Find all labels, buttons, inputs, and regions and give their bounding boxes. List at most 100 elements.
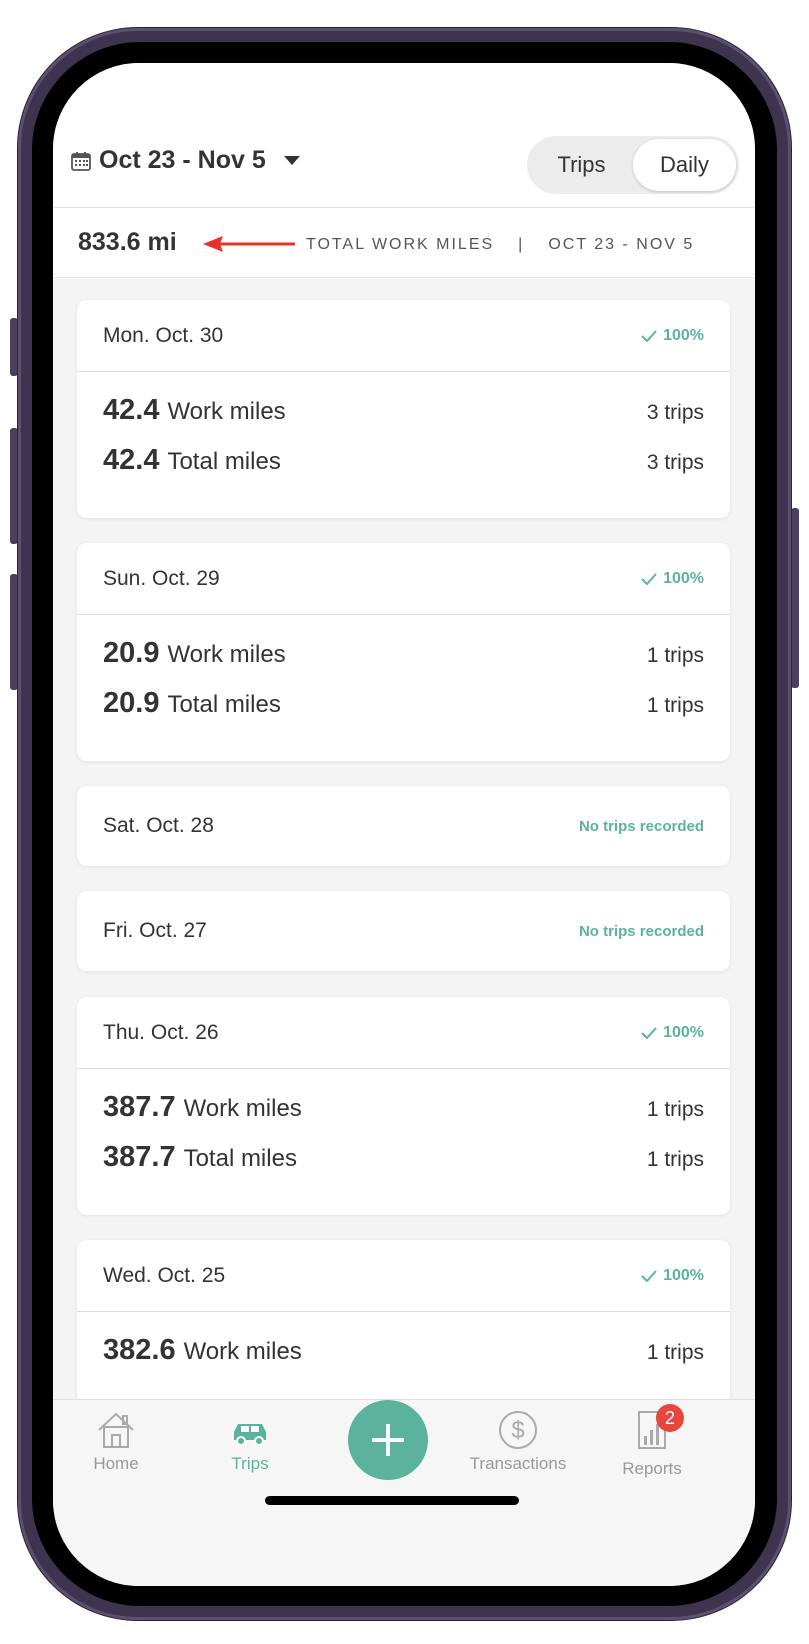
summary-period: OCT 23 - NOV 5 [548,236,695,253]
status-text: 100% [663,326,704,344]
work-trips-count: 1 trips [646,1341,704,1364]
status-badge: 100% [641,1024,704,1042]
summary-caption: TOTAL WORK MILES | OCT 23 - NOV 5 [306,236,694,254]
status-text: 100% [663,1023,704,1041]
work-trips-count: 3 trips [646,401,704,424]
volume-down-button[interactable] [10,574,18,690]
tab-bar: Home Trips $ Transactions 2 Reports [53,1399,755,1586]
calendar-icon [71,151,91,171]
total-miles-row: 20.9 Total miles 1 trips [103,687,704,737]
status-text: 100% [663,569,704,587]
total-miles-row: 387.7 Total miles 1 trips [103,1141,704,1191]
home-indicator [265,1496,519,1505]
work-miles-row: 387.7 Work miles 1 trips [103,1091,704,1141]
check-icon [641,1026,657,1039]
total-miles-row: 42.4 Total miles 3 trips [103,444,704,494]
day-card-body: 382.6 Work miles 1 trips [77,1312,730,1384]
total-miles: 833.6 mi [78,228,177,256]
home-icon [98,1412,134,1448]
check-icon [641,1269,657,1282]
day-card[interactable]: Wed. Oct. 25 100% 382.6 Work miles 1 trip… [77,1240,730,1399]
work-miles-row: 20.9 Work miles 1 trips [103,637,704,687]
work-trips-count: 1 trips [646,1098,704,1121]
total-trips-count: 1 trips [646,1148,704,1171]
status-text: No trips recorded [578,922,704,940]
daily-list[interactable]: Mon. Oct. 30 100% 42.4 Work miles 3 trips… [53,279,755,1399]
status-text: No trips recorded [578,817,704,835]
add-trip-button[interactable] [348,1400,428,1480]
day-card[interactable]: Fri. Oct. 27 No trips recorded [77,891,730,971]
day-card-header: Sat. Oct. 28 No trips recorded [77,786,730,866]
chevron-down-icon [283,156,300,165]
summary-bar: 833.6 mi TOTAL WORK MILES | OCT 23 - NOV… [53,208,755,278]
date-range-label: Oct 23 - Nov 5 [99,146,266,174]
notification-badge: 2 [656,1404,684,1432]
tab-trips[interactable]: Trips [190,1410,310,1474]
reports-icon-wrap: 2 [632,1404,684,1455]
date-range-picker[interactable]: Oct 23 - Nov 5 [71,146,300,175]
dollar-icon: $ [499,1411,537,1449]
status-text: 100% [663,1266,704,1284]
check-icon [641,329,657,342]
day-card-body: 387.7 Work miles 1 trips 387.7 Total miles… [77,1069,730,1191]
header: Oct 23 - Nov 5 Trips Daily [53,63,755,208]
total-miles-value: 387.7 [103,1141,176,1173]
day-label: Fri. Oct. 27 [103,919,207,942]
segment-trips[interactable]: Trips [530,139,633,191]
work-miles-row: 382.6 Work miles 1 trips [103,1334,704,1384]
day-label: Sun. Oct. 29 [103,566,220,590]
day-card[interactable]: Sun. Oct. 29 100% 20.9 Work miles 1 trips… [77,543,730,761]
day-card-header: Fri. Oct. 27 No trips recorded [77,891,730,971]
power-button[interactable] [791,508,799,688]
tab-reports[interactable]: 2 Reports [592,1404,712,1479]
day-card[interactable]: Thu. Oct. 26 100% 387.7 Work miles 1 trip… [77,997,730,1215]
day-label: Mon. Oct. 30 [103,323,224,347]
day-card-header: Mon. Oct. 30 100% [77,300,730,372]
summary-separator: | [518,236,525,253]
action-button[interactable] [10,318,18,376]
work-miles-row: 42.4 Work miles 3 trips [103,394,704,444]
total-miles-value: 20.9 [103,687,160,719]
work-miles-label: Work miles [183,1095,302,1122]
work-trips-count: 1 trips [646,644,704,667]
tab-reports-label: Reports [622,1459,682,1478]
tab-transactions-label: Transactions [469,1454,567,1473]
view-toggle: Trips Daily [527,136,739,194]
plus-icon [372,1424,404,1456]
tab-trips-label: Trips [231,1454,269,1473]
work-miles-label: Work miles [183,1338,302,1365]
day-label: Thu. Oct. 26 [103,1020,219,1044]
work-miles-value: 382.6 [103,1334,176,1366]
summary-caption-label: TOTAL WORK MILES [306,236,495,253]
total-miles-value: 42.4 [103,444,160,476]
day-card-header: Thu. Oct. 26 100% [77,997,730,1069]
day-card[interactable]: Mon. Oct. 30 100% 42.4 Work miles 3 trips… [77,300,730,518]
check-icon [641,572,657,585]
segment-daily[interactable]: Daily [633,139,736,191]
status-badge: 100% [641,327,704,345]
work-miles-label: Work miles [167,398,286,425]
work-miles-value: 42.4 [103,394,160,426]
day-card-header: Sun. Oct. 29 100% [77,543,730,615]
svg-text:$: $ [511,1417,524,1444]
tab-home[interactable]: Home [56,1410,176,1474]
arrow-icon [203,236,295,252]
tab-home-label: Home [93,1454,139,1473]
day-card-header: Wed. Oct. 25 100% [77,1240,730,1312]
volume-up-button[interactable] [10,428,18,544]
total-trips-count: 1 trips [646,694,704,717]
total-miles-label: Total miles [167,448,281,475]
total-miles-label: Total miles [167,691,281,718]
screen: Oct 23 - Nov 5 Trips Daily 833.6 mi TOTA… [53,63,755,1586]
total-trips-count: 3 trips [646,451,704,474]
status-badge: 100% [641,1267,704,1285]
work-miles-label: Work miles [167,641,286,668]
day-card-body: 20.9 Work miles 1 trips 20.9 Total miles 1… [77,615,730,737]
day-card[interactable]: Sat. Oct. 28 No trips recorded [77,786,730,866]
tab-transactions[interactable]: $ Transactions [458,1410,578,1474]
car-icon [234,1424,266,1446]
status-badge: 100% [641,570,704,588]
work-miles-value: 387.7 [103,1091,176,1123]
day-label: Wed. Oct. 25 [103,1263,226,1287]
day-card-body: 42.4 Work miles 3 trips 42.4 Total miles 3… [77,372,730,494]
